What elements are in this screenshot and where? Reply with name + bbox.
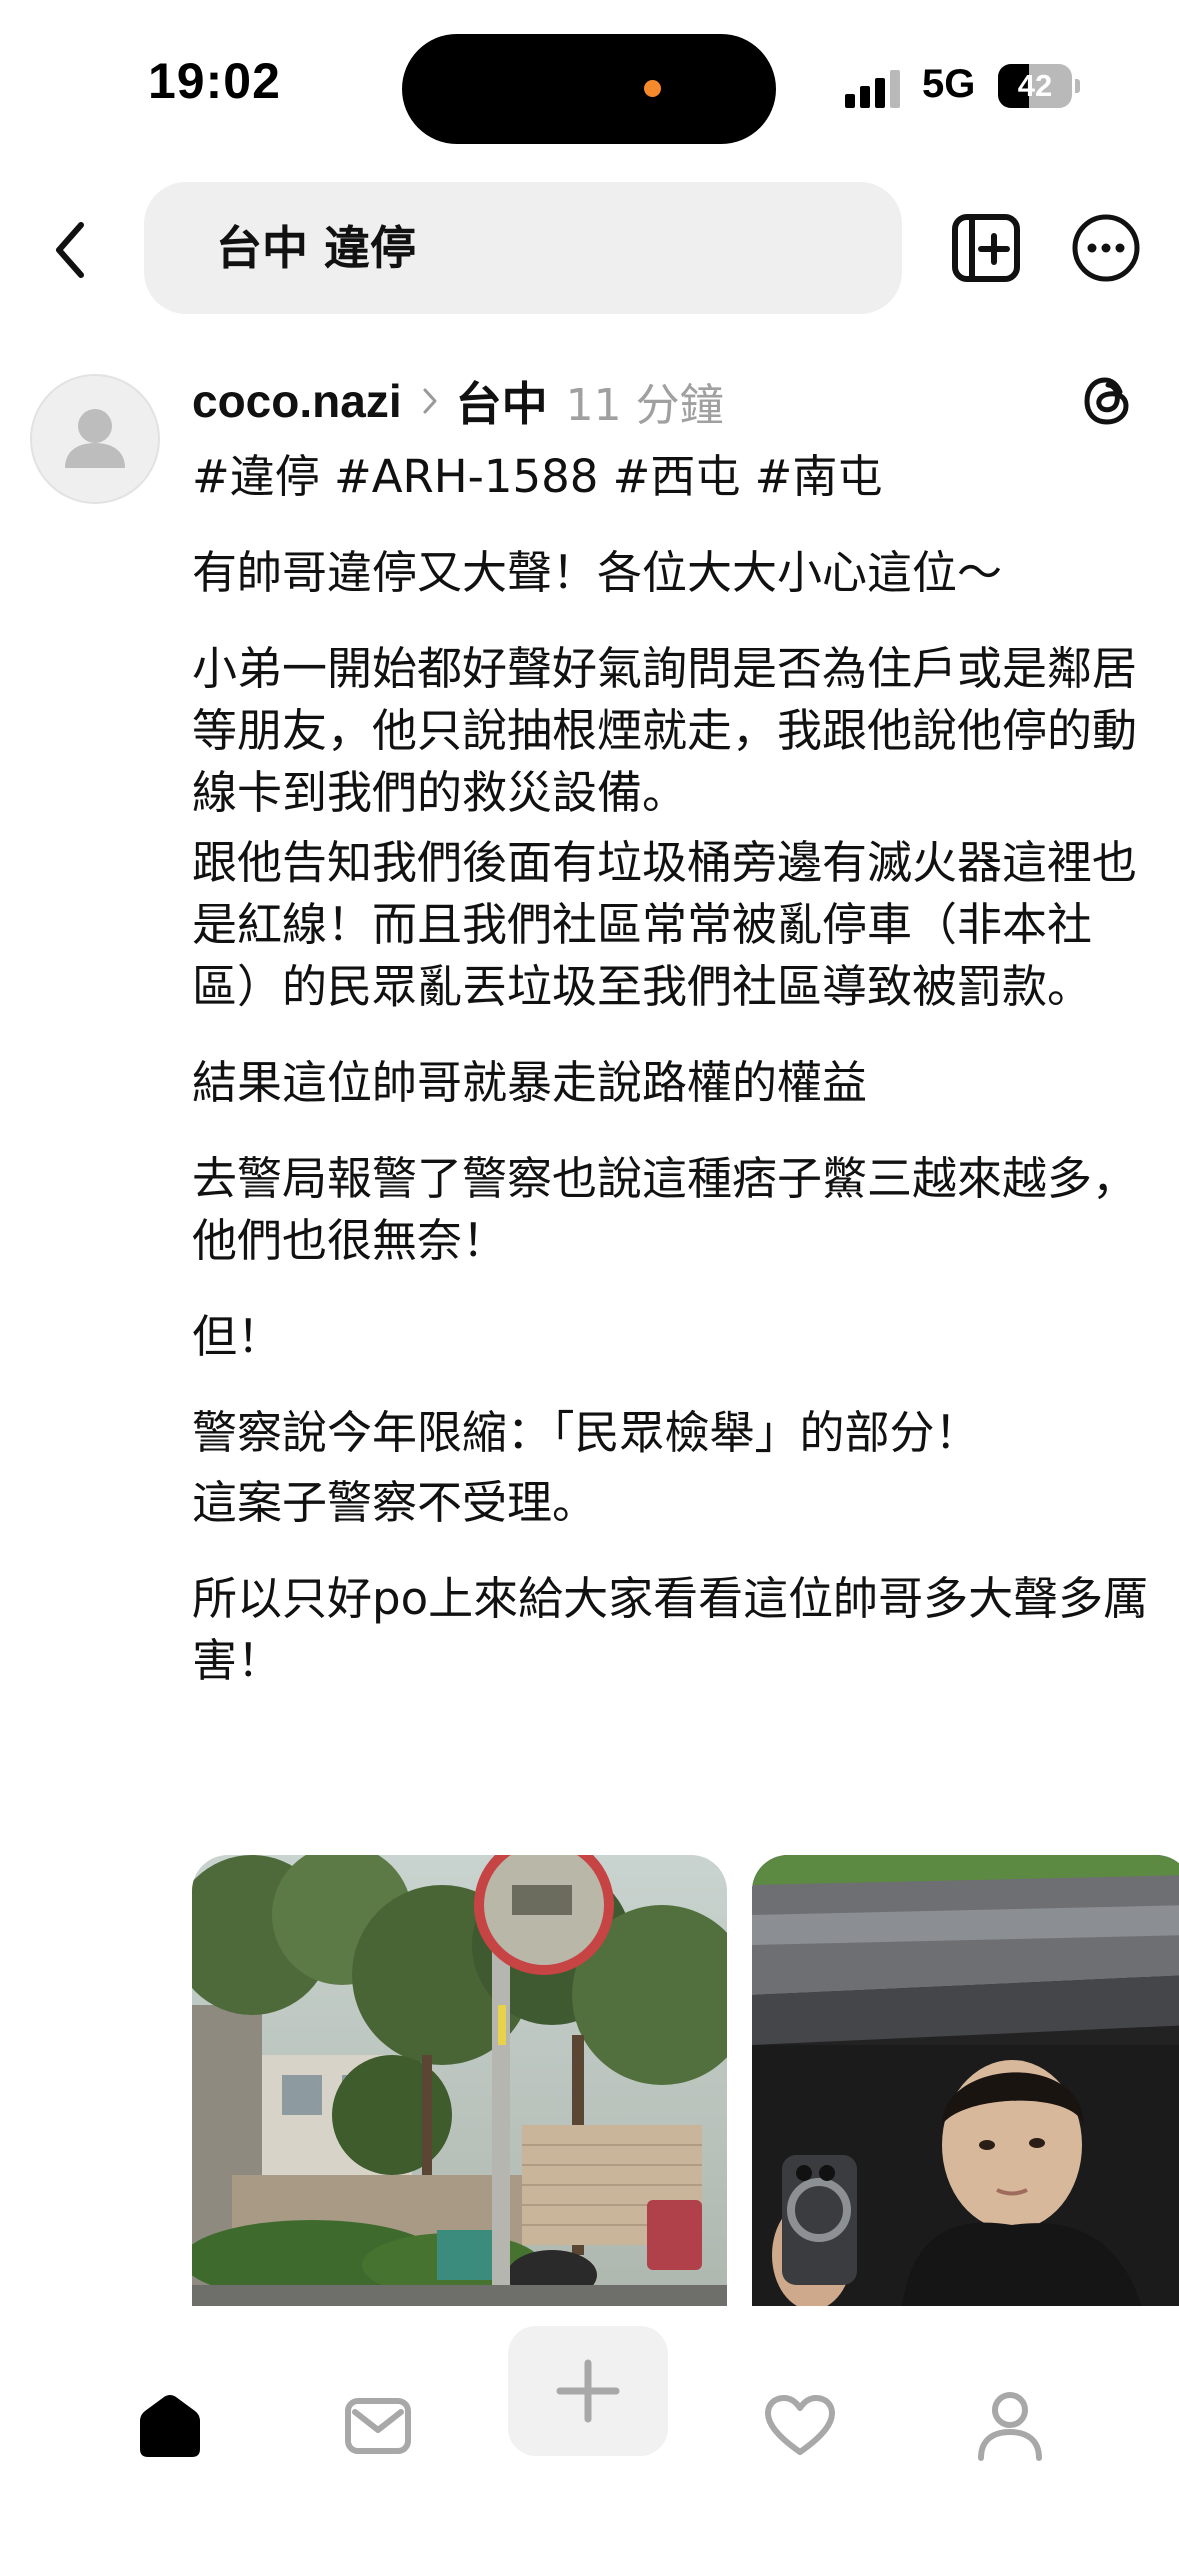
post-paragraph: 結果這位帥哥就暴走說路權的權益 xyxy=(192,1056,868,1109)
post-paragraph: 所以只好po上來給大家看看這位帥哥多大聲多厲害！ xyxy=(192,1572,1149,1687)
post-paragraph: 有帥哥違停又大聲！各位大大小心這位～ xyxy=(192,546,1003,599)
more-button[interactable] xyxy=(1070,212,1142,284)
default-avatar-icon xyxy=(65,409,125,468)
nav-activity[interactable] xyxy=(760,2386,840,2466)
nav-home[interactable] xyxy=(130,2386,210,2466)
street-mirror-photo[interactable] xyxy=(192,1855,727,2307)
compose-panel-icon xyxy=(952,214,1020,282)
nav-create[interactable] xyxy=(508,2326,668,2456)
battery-level: 42 xyxy=(1017,68,1053,103)
chevron-right-icon xyxy=(423,388,437,414)
home-icon xyxy=(140,2395,200,2457)
man-in-car-photo[interactable] xyxy=(752,1855,1179,2307)
post-paragraph: 警察說今年限縮：「民眾檢舉」的部分！ xyxy=(192,1406,980,1459)
author-username[interactable]: coco.nazi xyxy=(192,374,402,428)
messages-icon xyxy=(345,2398,411,2454)
compose-button[interactable] xyxy=(950,212,1022,284)
network-label: 5G xyxy=(922,62,976,106)
status-bar: 19:02 5G 42 xyxy=(0,0,1179,170)
post-paragraph: 去警局報警了警察也說這種痞子鱉三越來越多，他們也很無奈！ xyxy=(192,1152,1138,1267)
more-dots-icon xyxy=(1072,214,1140,282)
create-plus-icon xyxy=(556,2359,620,2423)
search-input[interactable]: 台中 違停 xyxy=(144,182,902,314)
post-paragraph: 這案子警察不受理。 xyxy=(192,1476,598,1529)
nav-messages[interactable] xyxy=(338,2386,418,2466)
post-paragraph: 但！ xyxy=(192,1310,283,1363)
bottom-nav xyxy=(0,2306,1179,2556)
post-header: coco.nazi 台中 11 分鐘 xyxy=(192,366,724,436)
post-timestamp: 11 分鐘 xyxy=(565,380,724,431)
avatar[interactable] xyxy=(30,374,160,504)
signal-icon xyxy=(845,70,900,108)
camera-indicator-dot xyxy=(644,80,661,97)
back-button[interactable] xyxy=(40,205,100,295)
dynamic-island xyxy=(402,34,776,144)
back-chevron-icon xyxy=(56,222,84,278)
post-paragraph: 小弟一開始都好聲好氣詢問是否為住戶或是鄰居等朋友，他只說抽根煙就走，我跟他說他停… xyxy=(192,642,1138,819)
profile-icon xyxy=(978,2392,1042,2461)
activity-heart-icon xyxy=(765,2395,835,2455)
search-query: 台中 違停 xyxy=(216,221,417,275)
threads-logo-icon[interactable] xyxy=(1080,372,1134,430)
post-paragraph: 跟他告知我們後面有垃圾桶旁邊有滅火器這裡也是紅線！而且我們社區常常被亂停車（非本… xyxy=(192,836,1138,1013)
nav-profile[interactable] xyxy=(970,2386,1050,2466)
post-hashtags[interactable]: #違停 #ARH-1588 #西屯 #南屯 xyxy=(192,446,1152,508)
post-topic[interactable]: 台中 xyxy=(456,368,548,434)
post-body: #違停 #ARH-1588 #西屯 #南屯 有帥哥違停又大聲！各位大大小心這位～… xyxy=(192,446,1152,1692)
battery-icon: 42 xyxy=(998,64,1080,108)
status-time: 19:02 xyxy=(148,53,281,109)
